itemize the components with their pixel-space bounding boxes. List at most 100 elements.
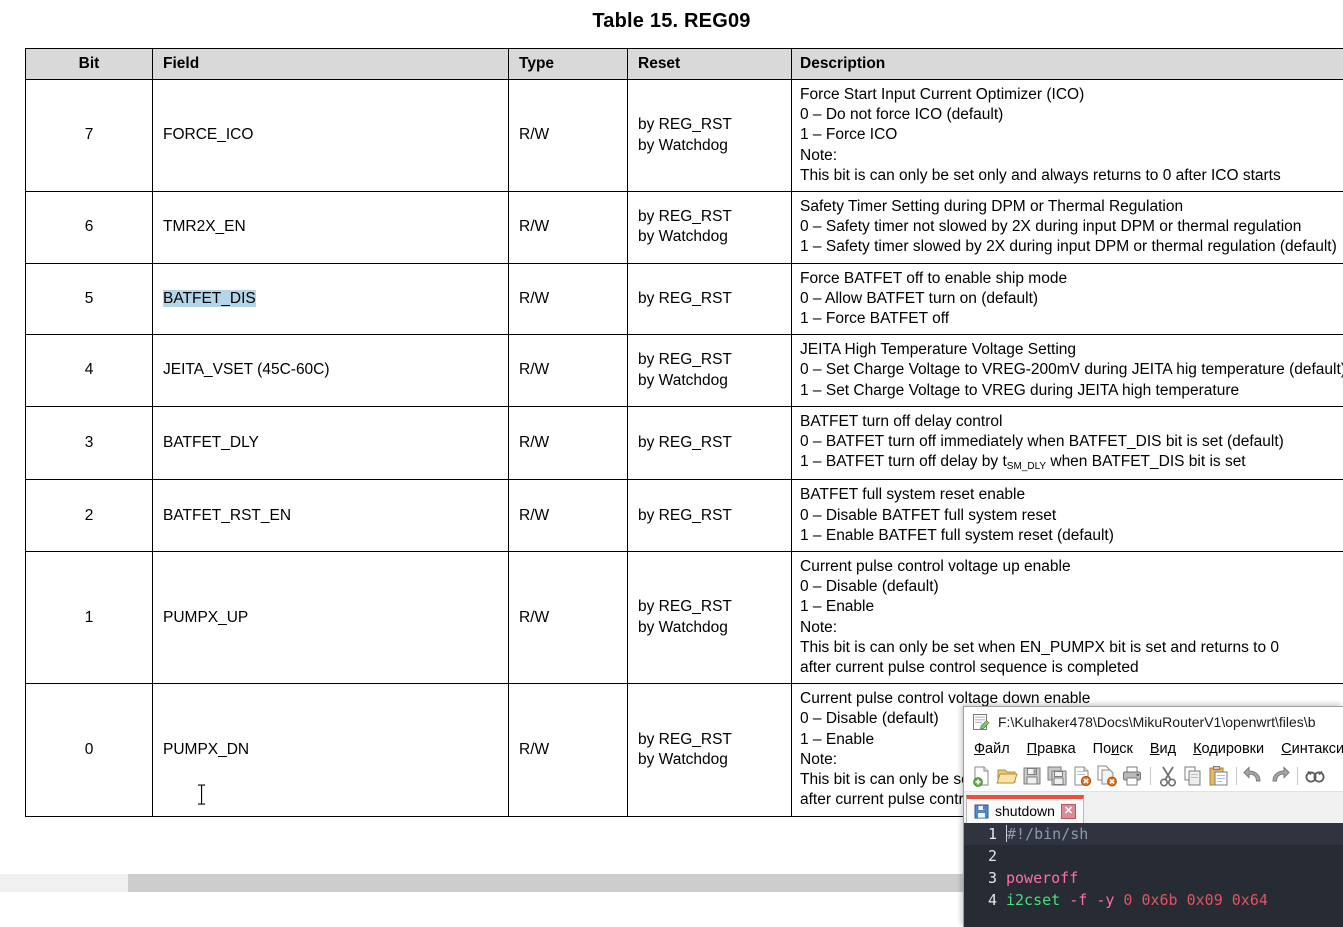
table-row: 3 BATFET_DLY R/W by REG_RST BATFET turn off … [25,405,1343,481]
column-header-bit: Bit [25,48,153,80]
notepad-plus-plus-window[interactable]: F:\Kulhaker478\Docs\MikuRouterV1\openwrt… [963,706,1343,927]
cell-description: Safety Timer Setting during DPM or Therm… [791,191,1343,264]
description-line: Note: [800,146,838,164]
description-line: 1 – Safety timer slowed by 2X during inp… [800,238,1337,256]
close-all-icon[interactable] [1096,765,1118,787]
description-line: 1 – BATFET turn off delay by tSM_DLY whe… [800,453,1246,473]
cell-type: R/W [508,479,628,553]
screen: Table 15. REG09 Bit Field Type Reset Des… [0,0,1343,927]
notepad-plus-plus-icon [972,713,990,731]
column-header-description: Description [791,48,1343,80]
redo-icon[interactable] [1268,765,1290,787]
table-header: Bit Field Type Reset Description [25,48,1343,80]
column-header-field: Field [152,48,509,80]
cell-type: R/W [508,334,628,407]
column-header-reset: Reset [627,48,792,80]
cell-field: BATFET_DIS [152,262,509,336]
undo-icon[interactable] [1243,765,1265,787]
menu-item-4[interactable]: Кодировки [1193,741,1264,757]
close-file-icon[interactable] [1071,765,1093,787]
line-number: 4 [987,891,997,909]
save-icon[interactable] [1021,765,1043,787]
toolbar-separator [1150,767,1151,785]
cell-bit: 7 [25,78,153,193]
menu-item-1[interactable]: Правка [1027,741,1076,757]
paste-icon[interactable] [1207,765,1229,787]
menu-item-5[interactable]: Синтаксис [1281,741,1343,757]
cell-bit: 5 [25,262,153,336]
code-line[interactable]: 1 #!/bin/sh [964,823,1343,845]
cell-field: BATFET_RST_EN [152,479,509,553]
open-file-icon[interactable] [996,765,1018,787]
description-line: This bit is can only be set when EN_PUMP… [800,638,1280,656]
column-header-type: Type [508,48,628,80]
description-line: 0 – Disable BATFET full system reset [800,506,1057,524]
cell-field: JEITA_VSET (45C-60C) [152,334,509,407]
cell-bit: 0 [25,683,153,817]
tab-shutdown[interactable]: shutdown ✕ [966,795,1084,823]
cell-bit: 3 [25,405,153,481]
code-line[interactable]: 2 [964,845,1343,867]
cell-field: PUMPX_UP [152,551,509,685]
cell-type: R/W [508,551,628,685]
cell-reset: by REG_RST [627,405,792,481]
cell-type: R/W [508,78,628,193]
description-line: after current pulse control sequence is … [800,659,1139,677]
cell-field: PUMPX_DN [152,683,509,817]
floppy-disk-icon [974,804,989,819]
tab-bar[interactable]: shutdown ✕ [964,792,1343,823]
description-line: Current pulse control voltage up enable [800,558,1071,576]
toolbar[interactable] [964,761,1343,792]
cell-reset: by REG_RST by Watchdog [627,551,792,685]
code-editor[interactable]: 1 #!/bin/sh 2 3 poweroff 4 i2cset -f -y 0 0x6b… [964,823,1343,927]
menu-item-0[interactable]: Файл [974,741,1010,757]
cell-type: R/W [508,683,628,817]
description-line: 0 – Allow BATFET turn on (default) [800,289,1039,307]
tab-label: shutdown [995,803,1055,819]
cell-reset: by REG_RST by Watchdog [627,191,792,264]
description-line: 0 – Do not force ICO (default) [800,106,1004,124]
table-row: 1 PUMPX_UP R/W by REG_RST by Watchdog Curren… [25,551,1343,685]
table-row: 7 FORCE_ICO R/W by REG_RST by Watchdog Force… [25,78,1343,193]
code-text[interactable]: #!/bin/sh [1006,825,1088,843]
print-icon[interactable] [1121,765,1143,787]
register-table: Bit Field Type Reset Description 7 FORCE_… [25,48,1343,817]
cell-type: R/W [508,405,628,481]
description-line: 1 – Force BATFET off [800,310,950,328]
description-line: 1 – Enable [800,598,875,616]
code-text[interactable]: i2cset -f -y 0 0x6b 0x09 0x64 [1006,891,1268,909]
table-row: 5 BATFET_DIS R/W by REG_RST Force BATFET off… [25,262,1343,336]
cell-bit: 6 [25,191,153,264]
cell-description: Force Start Input Current Optimizer (ICO… [791,78,1343,193]
cell-bit: 1 [25,551,153,685]
description-line: BATFET full system reset enable [800,486,1026,504]
copy-icon[interactable] [1182,765,1204,787]
description-line: 0 – BATFET turn off immediately when BAT… [800,433,1284,451]
code-line[interactable]: 3 poweroff [964,867,1343,889]
close-icon[interactable]: ✕ [1060,803,1076,819]
cell-field: TMR2X_EN [152,191,509,264]
code-line[interactable]: 4 i2cset -f -y 0 0x6b 0x09 0x64 [964,889,1343,911]
cell-reset: by REG_RST by Watchdog [627,683,792,817]
page-title: Table 15. REG09 [592,10,751,32]
description-line: 1 – Force ICO [800,126,898,144]
find-icon[interactable] [1304,765,1326,787]
table-header-row: Bit Field Type Reset Description [25,48,1343,80]
line-number: 2 [987,847,997,865]
description-line: Safety Timer Setting during DPM or Therm… [800,198,1184,216]
new-file-icon[interactable] [971,765,993,787]
cell-reset: by REG_RST [627,262,792,336]
line-number: 1 [987,825,997,843]
description-line: BATFET turn off delay control [800,412,1003,430]
window-titlebar[interactable]: F:\Kulhaker478\Docs\MikuRouterV1\openwrt… [964,707,1343,737]
menu-item-2[interactable]: Поиск [1093,741,1133,757]
toolbar-separator [1297,767,1298,785]
description-line: Force Start Input Current Optimizer (ICO… [800,86,1085,103]
menu-item-3[interactable]: Вид [1150,741,1176,757]
code-text[interactable]: poweroff [1006,869,1078,887]
description-line: 0 – Set Charge Voltage to VREG-200mV dur… [800,361,1343,379]
cut-icon[interactable] [1157,765,1179,787]
toolbar-separator [1236,767,1237,785]
menu-bar[interactable]: Файл Правка Поиск Вид Кодировки Синтаксис [964,737,1343,761]
save-all-icon[interactable] [1046,765,1068,787]
